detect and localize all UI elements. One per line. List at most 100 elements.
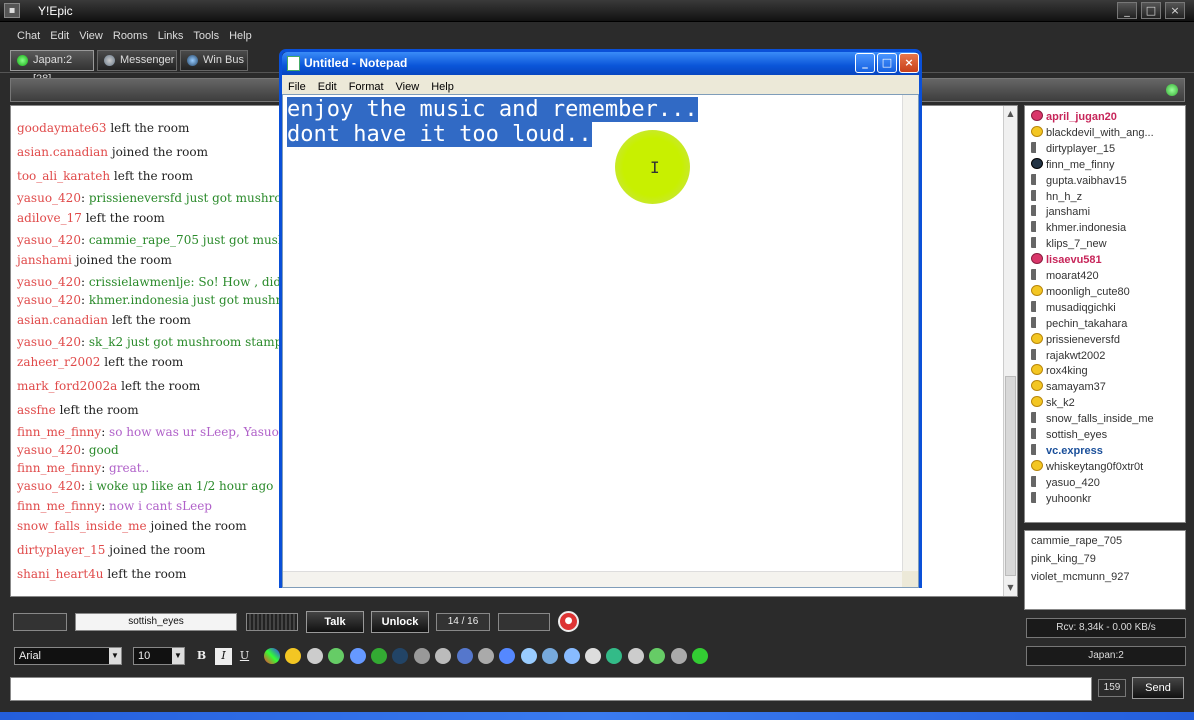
- chat-nick[interactable]: yasuo_420: [17, 479, 81, 493]
- chat-nick[interactable]: yasuo_420: [17, 275, 81, 289]
- chat-nick[interactable]: adilove_17: [17, 211, 82, 225]
- highlighter-icon[interactable]: [328, 648, 345, 664]
- user-list-item[interactable]: pechin_takahara: [1031, 316, 1127, 332]
- resize-grip[interactable]: [902, 571, 918, 587]
- list-item[interactable]: cammie_rape_705: [1031, 535, 1122, 547]
- notepad-title-bar[interactable]: Untitled - Notepad _ □ ×: [282, 52, 919, 75]
- chat-nick[interactable]: finn_me_finny: [17, 499, 101, 513]
- maximize-button[interactable]: □: [1141, 2, 1161, 19]
- list-item[interactable]: pink_king_79: [1031, 553, 1096, 565]
- chat-nick[interactable]: finn_me_finny: [17, 425, 101, 439]
- pencil-icon[interactable]: [306, 648, 323, 664]
- user-list-item[interactable]: prissieneversfd: [1031, 332, 1120, 348]
- chat-nick[interactable]: mark_ford2002a: [17, 379, 117, 393]
- user-list-item[interactable]: snow_falls_inside_me: [1031, 412, 1154, 427]
- chat-nick[interactable]: goodaymate63: [17, 121, 106, 135]
- chat-nick[interactable]: yasuo_420: [17, 233, 81, 247]
- mail-icon[interactable]: [670, 648, 687, 664]
- user-list-item[interactable]: yasuo_420: [1031, 475, 1100, 491]
- notepad-window[interactable]: Untitled - Notepad _ □ × File Edit Format V…: [279, 49, 922, 588]
- brush-icon[interactable]: [349, 648, 366, 664]
- menu-edit[interactable]: Edit: [45, 27, 74, 45]
- menu-help[interactable]: Help: [224, 27, 257, 45]
- notepad-menu-file[interactable]: File: [282, 79, 312, 95]
- user-list-item[interactable]: whiskeytang0f0xtr0t: [1031, 459, 1143, 475]
- unlock-button[interactable]: Unlock: [371, 611, 429, 633]
- user-list-item[interactable]: blackdevil_with_ang...: [1031, 125, 1154, 141]
- user-list-item[interactable]: finn_me_finny: [1031, 157, 1115, 173]
- pause-icon[interactable]: [563, 648, 580, 664]
- scroll-thumb[interactable]: [1005, 376, 1016, 576]
- selected-user-field[interactable]: sottish_eyes: [75, 613, 237, 631]
- chat-nick[interactable]: yasuo_420: [17, 191, 81, 205]
- chat-nick[interactable]: zaheer_r2002: [17, 355, 100, 369]
- chat-nick[interactable]: janshami: [17, 253, 72, 267]
- send-button[interactable]: Send: [1132, 677, 1184, 699]
- user-list-item[interactable]: vc.express: [1031, 443, 1103, 459]
- s-icon[interactable]: [585, 648, 601, 664]
- user-list-item[interactable]: yuhoonkr: [1031, 491, 1091, 507]
- font-select[interactable]: Arial ▼: [14, 647, 122, 665]
- tab-messenger[interactable]: Messenger: [97, 50, 177, 71]
- menu-view[interactable]: View: [74, 27, 108, 45]
- chat-bubble-icon[interactable]: [627, 648, 644, 664]
- level-slider[interactable]: [498, 613, 550, 631]
- chat-nick[interactable]: yasuo_420: [17, 443, 81, 457]
- globe-icon[interactable]: [392, 648, 409, 664]
- scroll-down-icon[interactable]: ▼: [1005, 582, 1016, 594]
- notepad-text-area[interactable]: enjoy the music and remember... dont hav…: [282, 94, 919, 588]
- message-input[interactable]: [10, 677, 1092, 701]
- alien-icon[interactable]: [692, 648, 708, 664]
- chat-nick[interactable]: asian.canadian: [17, 313, 108, 327]
- close-button[interactable]: ×: [1165, 2, 1185, 19]
- chat-scrollbar[interactable]: ▲ ▼: [1003, 106, 1017, 596]
- table-icon[interactable]: [520, 648, 537, 664]
- web-icon[interactable]: [606, 648, 623, 664]
- speech-icon[interactable]: [649, 648, 666, 664]
- shield-icon[interactable]: [371, 648, 387, 664]
- tab-win-bus[interactable]: Win Bus: [180, 50, 248, 71]
- user-list-item[interactable]: samayam37: [1031, 380, 1106, 395]
- list-item[interactable]: violet_mcmunn_927: [1031, 571, 1129, 583]
- user-list-item[interactable]: hn_h_z: [1031, 189, 1082, 205]
- bold-button[interactable]: B: [193, 648, 210, 665]
- camera-icon[interactable]: [478, 648, 494, 664]
- user-list-item[interactable]: gupta.vaibhav15: [1031, 173, 1127, 189]
- notepad-menu-format[interactable]: Format: [343, 79, 390, 95]
- chat-nick[interactable]: snow_falls_inside_me: [17, 519, 147, 533]
- user-list-item[interactable]: dirtyplayer_15: [1031, 141, 1115, 157]
- smiley-icon[interactable]: [285, 648, 302, 664]
- talk-button[interactable]: Talk: [306, 611, 364, 633]
- chat-nick[interactable]: asian.canadian: [17, 145, 108, 159]
- menu-links[interactable]: Links: [153, 27, 189, 45]
- user-list-item[interactable]: khmer.indonesia: [1031, 221, 1126, 236]
- menu-tools[interactable]: Tools: [188, 27, 224, 45]
- chart-icon[interactable]: [542, 648, 559, 664]
- chat-nick[interactable]: dirtyplayer_15: [17, 543, 105, 557]
- user-list-item[interactable]: sottish_eyes: [1031, 428, 1107, 443]
- minimize-button[interactable]: _: [1117, 2, 1137, 19]
- notepad-menu-view[interactable]: View: [390, 79, 426, 95]
- user-list-item[interactable]: moonligh_cute80: [1031, 284, 1130, 300]
- notepad-minimize-button[interactable]: _: [855, 53, 875, 73]
- user-list-item[interactable]: april_jugan20: [1031, 110, 1117, 125]
- chat-nick[interactable]: yasuo_420: [17, 293, 81, 307]
- notepad-maximize-button[interactable]: □: [877, 53, 897, 73]
- italic-button[interactable]: I: [215, 648, 232, 665]
- typing-users-list[interactable]: cammie_rape_705 pink_king_79 violet_mcmu…: [1024, 530, 1186, 610]
- gear-icon[interactable]: [413, 648, 430, 664]
- user-list-item[interactable]: klips_7_new: [1031, 237, 1107, 252]
- font-size-select[interactable]: 10 ▼: [133, 647, 185, 665]
- user-list-item[interactable]: janshami: [1031, 205, 1090, 220]
- menu-chat[interactable]: Chat: [12, 27, 45, 45]
- chat-nick[interactable]: too_ali_karateh: [17, 169, 110, 183]
- chat-nick[interactable]: yasuo_420: [17, 335, 81, 349]
- underline-button[interactable]: U: [236, 648, 253, 665]
- notepad-vertical-scrollbar[interactable]: [902, 95, 918, 571]
- chat-nick[interactable]: assfne: [17, 403, 56, 417]
- menu-rooms[interactable]: Rooms: [108, 27, 153, 45]
- chat-nick[interactable]: shani_heart4u: [17, 567, 104, 581]
- at-icon[interactable]: [456, 648, 473, 664]
- chat-nick[interactable]: finn_me_finny: [17, 461, 101, 475]
- color-icon[interactable]: [264, 648, 280, 664]
